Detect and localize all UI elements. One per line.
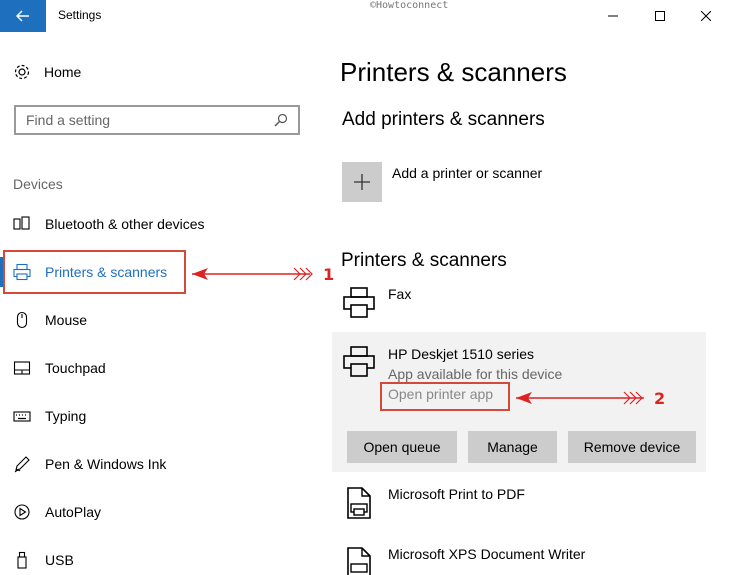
annotation-number-2: 2	[654, 389, 666, 408]
close-button[interactable]	[683, 0, 729, 32]
title-bar: Settings ©Howtoconnect	[0, 0, 729, 32]
sidebar-item-pen[interactable]: Pen & Windows Ink	[13, 444, 303, 484]
sidebar-item-label: Mouse	[45, 312, 88, 328]
gear-icon	[14, 64, 30, 80]
minimize-icon	[608, 15, 618, 17]
printer-item-xps[interactable]: Microsoft XPS Document Writer	[388, 546, 585, 562]
touchpad-icon	[13, 359, 31, 377]
sidebar-item-autoplay[interactable]: AutoPlay	[13, 492, 303, 532]
annotation-arrow-1	[192, 267, 313, 281]
sidebar-item-touchpad[interactable]: Touchpad	[13, 348, 303, 388]
home-label: Home	[44, 64, 82, 80]
sidebar-item-bluetooth[interactable]: Bluetooth & other devices	[13, 204, 303, 244]
back-arrow-icon	[16, 10, 29, 22]
page-title: Printers & scanners	[340, 57, 567, 87]
sidebar-item-label: Pen & Windows Ink	[45, 456, 167, 472]
sidebar-item-label: Typing	[45, 408, 87, 424]
plus-icon	[354, 174, 370, 190]
highlight-box-printers	[3, 250, 186, 294]
add-section-title: Add printers & scanners	[342, 109, 545, 130]
sidebar-item-label: Bluetooth & other devices	[45, 216, 205, 232]
usb-icon	[13, 551, 31, 569]
mouse-icon	[13, 311, 31, 329]
sidebar-item-usb[interactable]: USB	[13, 540, 303, 575]
annotation-arrow-2	[516, 391, 644, 405]
keyboard-icon	[13, 407, 31, 425]
home-link[interactable]: Home	[13, 63, 81, 81]
minimize-button[interactable]	[590, 0, 636, 32]
search-placeholder: Find a setting	[26, 112, 111, 128]
remove-device-button[interactable]: Remove device	[568, 431, 696, 463]
back-button[interactable]	[0, 0, 46, 32]
printer-name-hp: HP Deskjet 1510 series	[388, 346, 535, 362]
sidebar-item-label: Touchpad	[45, 360, 106, 376]
sidebar-item-label: AutoPlay	[45, 504, 102, 520]
hp-printer-icon	[343, 346, 375, 377]
manage-button[interactable]: Manage	[468, 431, 557, 463]
xps-printer-icon	[347, 547, 371, 575]
sidebar-item-typing[interactable]: Typing	[13, 396, 303, 436]
close-icon	[701, 11, 711, 21]
printer-item-pdf[interactable]: Microsoft Print to PDF	[388, 486, 525, 502]
maximize-icon	[655, 11, 665, 21]
pdf-printer-icon	[347, 487, 371, 519]
devices-section-label: Devices	[13, 176, 63, 192]
fax-printer-icon	[343, 287, 375, 318]
printer-status-hp: App available for this device	[388, 366, 563, 382]
watermark: ©Howtoconnect	[370, 0, 449, 11]
printers-section-title: Printers & scanners	[341, 250, 507, 271]
printer-item-fax[interactable]: Fax	[388, 286, 411, 302]
annotation-number-1: 1	[323, 265, 335, 284]
window-title: Settings	[58, 8, 102, 22]
add-printer-label[interactable]: Add a printer or scanner	[392, 165, 542, 181]
highlight-box-open-app	[380, 382, 510, 411]
open-queue-button[interactable]: Open queue	[347, 431, 457, 463]
pen-icon	[13, 455, 31, 473]
sidebar-item-label: USB	[45, 552, 74, 568]
maximize-button[interactable]	[637, 0, 683, 32]
sidebar-item-mouse[interactable]: Mouse	[13, 300, 303, 340]
search-icon	[274, 113, 288, 127]
autoplay-icon	[13, 503, 31, 521]
bluetooth-icon	[13, 215, 31, 233]
search-input[interactable]: Find a setting	[14, 105, 300, 135]
add-printer-button[interactable]	[342, 162, 382, 202]
